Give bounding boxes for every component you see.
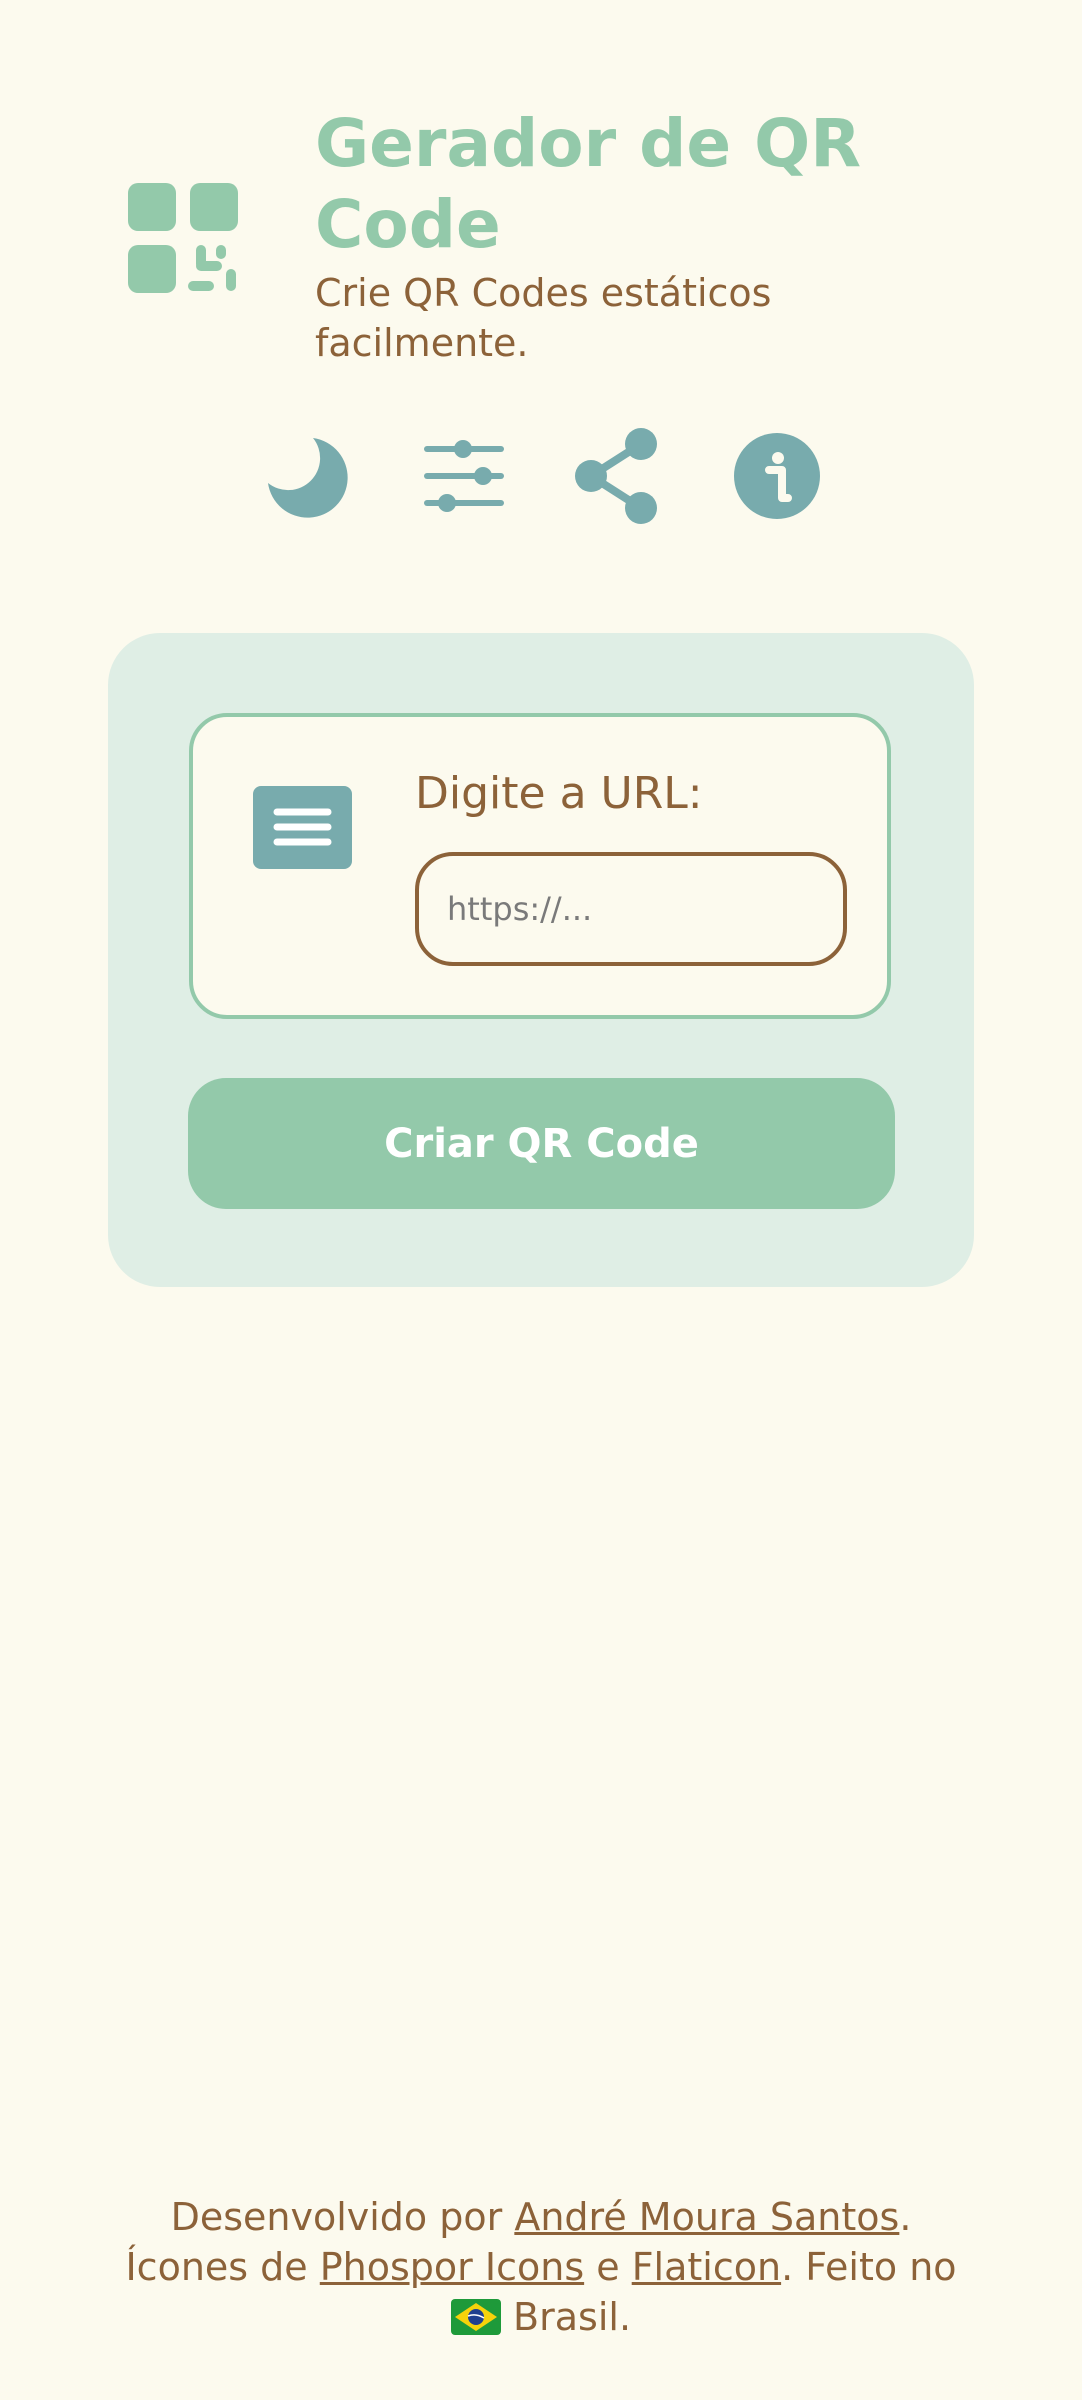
footer-made-in: . Feito no	[781, 2245, 957, 2289]
share-icon	[575, 428, 657, 524]
sliders-icon	[424, 440, 504, 512]
footer-icons-from: Ícones de	[125, 2245, 308, 2289]
footer-line-1: Desenvolvido por André Moura Santos.	[0, 2192, 1082, 2242]
author-link[interactable]: André Moura Santos	[514, 2195, 899, 2239]
footer: Desenvolvido por André Moura Santos. Íco…	[0, 2192, 1082, 2342]
footer-period: .	[899, 2195, 912, 2239]
footer-developed-by: Desenvolvido por	[170, 2195, 503, 2239]
page-title: Gerador de QR Code	[315, 105, 862, 263]
page-subtitle: Crie QR Codes estáticos facilmente.	[315, 271, 772, 365]
footer-line-3: Brasil.	[0, 2292, 1082, 2342]
footer-line-2: Ícones de Phospor Icons e Flaticon. Feit…	[0, 2242, 1082, 2292]
url-label: Digite a URL:	[415, 768, 703, 819]
settings-button[interactable]	[418, 430, 510, 522]
create-qr-code-button[interactable]: Criar QR Code	[188, 1078, 895, 1209]
info-button[interactable]	[731, 430, 823, 522]
flaticon-link[interactable]: Flaticon	[632, 2245, 781, 2289]
footer-and: e	[596, 2245, 620, 2289]
dark-mode-button[interactable]	[260, 430, 352, 522]
qr-code-icon	[128, 183, 238, 293]
url-input[interactable]	[415, 852, 847, 966]
moon-icon	[268, 438, 348, 518]
info-icon	[734, 433, 820, 519]
phospor-icons-link[interactable]: Phospor Icons	[320, 2245, 584, 2289]
brazil-flag-icon	[450, 2298, 501, 2335]
share-button[interactable]	[572, 428, 664, 524]
footer-country: Brasil.	[513, 2295, 632, 2339]
text-lines-icon	[253, 786, 352, 869]
